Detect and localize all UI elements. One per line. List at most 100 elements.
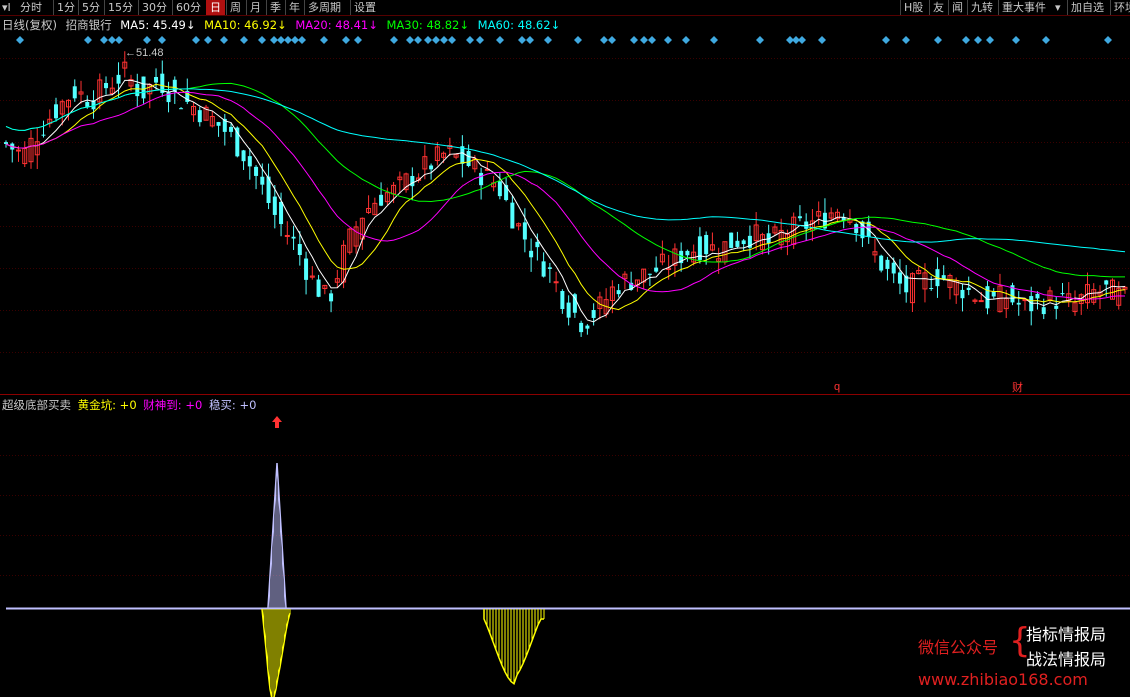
candle-body-down (141, 76, 146, 99)
candle-body-down (304, 258, 309, 280)
candle-body-down (1016, 302, 1021, 305)
event-marker-q: q (834, 381, 840, 393)
candle-body-down (329, 293, 334, 302)
signal-diamond-icon (798, 36, 806, 44)
signal-diamond-icon (962, 36, 970, 44)
candle-body-down (585, 325, 590, 329)
candle-body-up (978, 300, 984, 303)
signal-diamond-icon (220, 36, 228, 44)
candle-body-down (541, 261, 546, 277)
candle-body-down (466, 150, 471, 166)
candle-body-down (272, 196, 277, 215)
signal-diamond-icon (284, 36, 292, 44)
candle-body-down (579, 322, 584, 333)
candle-body-down (291, 236, 296, 239)
watermark-line1: 指标情报局 (1026, 625, 1107, 644)
kline-chart-canvas[interactable]: ←51.48 q 财 (0, 0, 1130, 697)
candle-body-down (241, 150, 246, 162)
signal-diamond-icon (298, 36, 306, 44)
candle-body-down (966, 287, 971, 290)
candle-body-down (879, 255, 884, 271)
signal-diamond-icon (756, 36, 764, 44)
signal-diamond-icon (320, 36, 328, 44)
candle-body-down (1054, 305, 1059, 309)
signal-diamond-icon (240, 36, 248, 44)
candle-body-down (560, 291, 565, 310)
candle-body-down (429, 165, 434, 170)
signal-diamond-icon (544, 36, 552, 44)
candle-body-down (116, 74, 121, 84)
signal-diamond-icon (664, 36, 672, 44)
candle-body-down (229, 126, 234, 132)
signal-diamond-icon (390, 36, 398, 44)
candle-body-down (929, 288, 934, 290)
signal-diamond-icon (630, 36, 638, 44)
candle-body-down (1060, 293, 1065, 295)
candle-body-down (72, 86, 77, 99)
signal-diamond-icon (406, 36, 414, 44)
watermark-line2: 战法情报局 (1026, 650, 1107, 669)
signal-diamond-icon (1042, 36, 1050, 44)
candle-body-down (497, 181, 502, 197)
candle-body-down (960, 289, 965, 299)
signal-diamond-icon (440, 36, 448, 44)
buy-arrow-icon (272, 416, 282, 428)
signal-diamond-icon (100, 36, 108, 44)
candle-body-down (729, 232, 734, 248)
candle-body-down (885, 259, 890, 269)
candle-body-down (685, 250, 690, 256)
signal-diamond-icon (192, 36, 200, 44)
candle-body-down (529, 250, 534, 258)
candle-body-down (566, 302, 571, 318)
signal-diamond-icon (270, 36, 278, 44)
signal-diamond-icon (1012, 36, 1020, 44)
candle-body-down (154, 76, 159, 83)
candle-body-up (16, 149, 22, 152)
high-price-marker: ←51.48 (125, 47, 164, 59)
candle-body-down (216, 122, 221, 126)
ma5-line (5, 79, 1126, 323)
candle-body-down (591, 310, 596, 318)
signal-diamond-icon (424, 36, 432, 44)
candle-body-down (522, 222, 527, 240)
signal-diamond-icon (882, 36, 890, 44)
signal-diamond-icon (600, 36, 608, 44)
candle-body-down (254, 166, 259, 176)
signal-diamond-icon (84, 36, 92, 44)
signal-diamond-icon (574, 36, 582, 44)
signal-diamond-icon (432, 36, 440, 44)
candle-body-down (410, 175, 415, 187)
candle-body-down (379, 194, 384, 206)
ma10-line (5, 83, 1126, 311)
signal-diamond-icon (986, 36, 994, 44)
signal-diamond-icon (974, 36, 982, 44)
candle-body-down (854, 224, 859, 234)
signal-diamond-icon (16, 36, 24, 44)
candle-body-down (547, 267, 552, 269)
signal-diamond-icon (414, 36, 422, 44)
candle-body-down (279, 201, 284, 225)
candle-body-down (4, 142, 8, 144)
signal-diamond-icon (526, 36, 534, 44)
candle-body-down (647, 273, 652, 275)
candle-body-down (297, 244, 302, 256)
candle-body-down (616, 290, 621, 295)
candle-body-down (316, 279, 321, 297)
event-marker-finance: 财 (1012, 380, 1023, 394)
candle-body-down (1035, 293, 1040, 299)
candle-body-down (172, 79, 177, 92)
ma30-line (5, 82, 1125, 278)
signal-diamond-icon (342, 36, 350, 44)
ma60-line (5, 88, 1126, 253)
candle-body-down (1104, 280, 1109, 285)
signal-diamond-icon (640, 36, 648, 44)
candle-body-down (797, 216, 802, 219)
candle-body-down (54, 104, 59, 119)
signal-diamond-icon (934, 36, 942, 44)
candle-body-down (741, 240, 746, 245)
signal-diamond-icon (115, 36, 123, 44)
signal-diamond-icon (476, 36, 484, 44)
candle-body-down (247, 156, 252, 167)
candle-body-down (41, 134, 46, 136)
candle-body-down (260, 176, 265, 185)
